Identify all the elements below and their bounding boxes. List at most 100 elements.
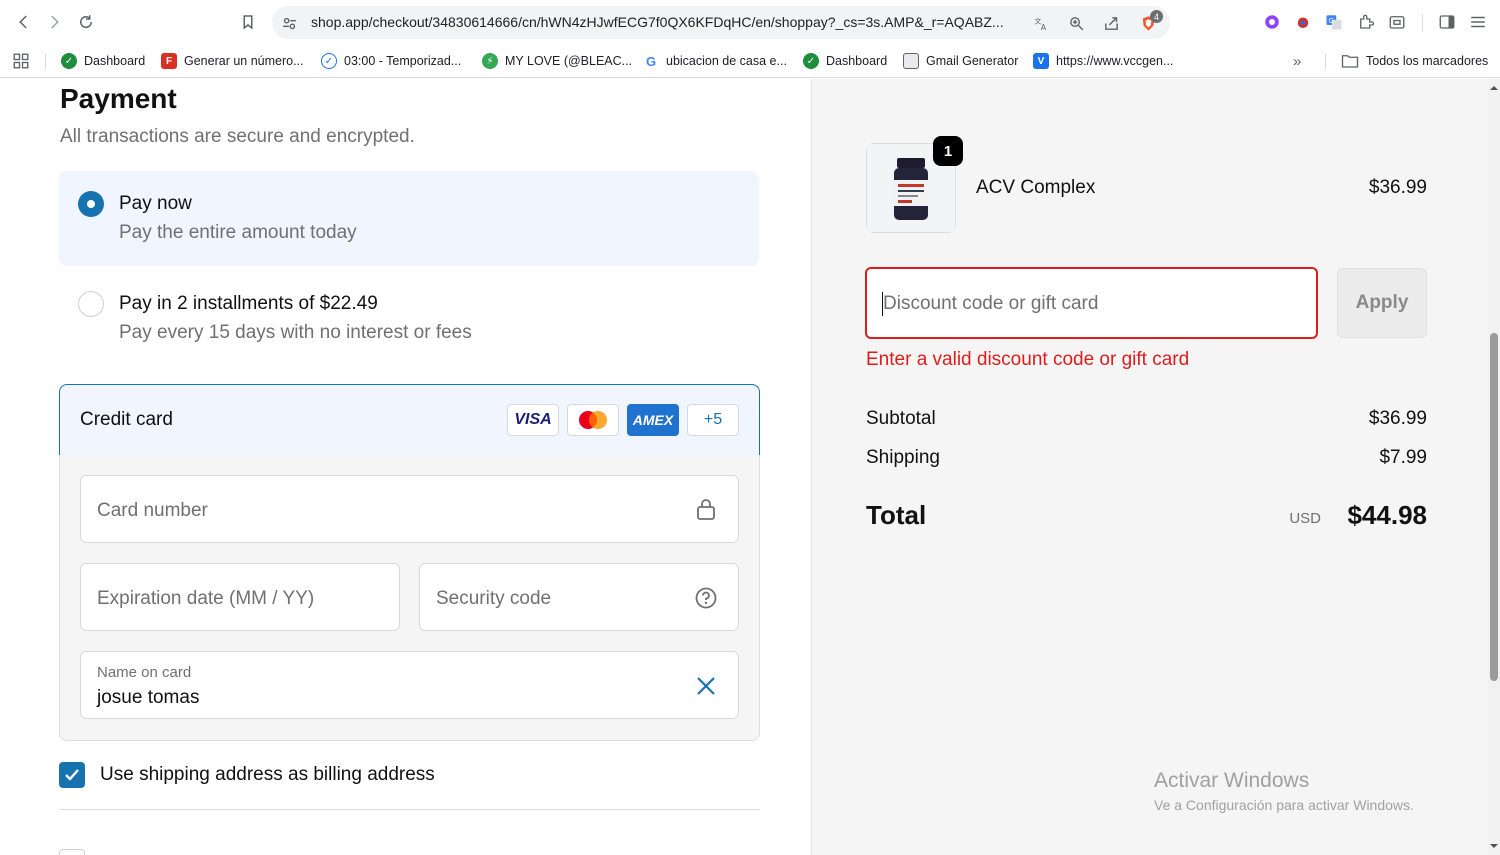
zoom-icon[interactable] xyxy=(1066,13,1086,33)
google-translate-extension-icon[interactable]: G xyxy=(1324,12,1344,32)
quantity-badge: 1 xyxy=(933,136,963,166)
bookmarks-separator xyxy=(45,54,46,70)
wallet-icon[interactable] xyxy=(1387,12,1407,32)
next-checkbox[interactable] xyxy=(59,849,85,855)
shields-count-badge: 4 xyxy=(1150,10,1163,23)
back-button[interactable] xyxy=(10,8,38,36)
shipping-row: Shipping $7.99 xyxy=(866,447,1427,469)
expiration-date-field[interactable]: Expiration date (MM / YY) xyxy=(80,563,400,631)
extension-purple-icon[interactable] xyxy=(1262,12,1282,32)
bookmark-icon xyxy=(243,15,253,30)
billing-checkbox[interactable] xyxy=(59,762,85,788)
pay-now-title: Pay now xyxy=(119,193,192,214)
subtotal-value: $36.99 xyxy=(1368,408,1427,429)
credit-card-panel: Credit card VISA AMEX +5 Card number Exp… xyxy=(59,384,760,741)
f-icon: F xyxy=(161,53,177,69)
bookmark-page-button[interactable] xyxy=(234,8,262,36)
payment-section: Payment All transactions are secure and … xyxy=(0,79,812,855)
bookmark-label: Dashboard xyxy=(84,54,146,68)
section-divider xyxy=(59,809,760,810)
scrollbar-thumb[interactable] xyxy=(1490,333,1498,681)
sidebar-toggle-icon[interactable] xyxy=(1437,12,1457,32)
card-number-placeholder: Card number xyxy=(97,500,208,521)
card-number-field[interactable]: Card number xyxy=(80,475,739,543)
subtotal-label: Subtotal xyxy=(866,408,936,429)
forward-arrow-icon xyxy=(51,15,59,29)
apps-grid-icon[interactable] xyxy=(12,52,30,70)
address-bar[interactable]: shop.app/checkout/34830614666/cn/hWN4zHJ… xyxy=(272,6,1170,39)
bookmark-generar-numero[interactable]: F Generar un número... xyxy=(161,52,304,70)
dashboard-icon: ✓ xyxy=(61,53,77,69)
order-summary: 1 ACV Complex $36.99 Discount code or gi… xyxy=(812,79,1488,855)
shipping-label: Shipping xyxy=(866,447,940,468)
bookmark-ubicacion[interactable]: G ubicacion de casa e... xyxy=(643,52,787,70)
bookmarks-separator-2 xyxy=(1325,54,1326,70)
v-icon: V xyxy=(1033,53,1049,69)
security-code-placeholder: Security code xyxy=(436,588,552,609)
installments-radio[interactable] xyxy=(78,291,104,317)
bookmark-my-love[interactable]: ⚡ MY LOVE (@BLEAC... xyxy=(482,52,632,70)
apply-button[interactable]: Apply xyxy=(1337,268,1427,338)
bookmark-label: https://www.vccgen... xyxy=(1056,54,1174,68)
credit-card-header[interactable]: Credit card VISA AMEX +5 xyxy=(59,384,760,456)
browser-toolbar: shop.app/checkout/34830614666/cn/hWN4zHJ… xyxy=(0,0,1500,44)
bookmark-gmail-generator[interactable]: Gmail Generator xyxy=(903,52,1018,70)
google-icon: G xyxy=(643,53,659,69)
reload-button[interactable] xyxy=(72,8,100,36)
help-circle-icon[interactable] xyxy=(694,586,718,610)
page-scrollbar[interactable] xyxy=(1488,79,1500,855)
expiration-placeholder: Expiration date (MM / YY) xyxy=(97,588,315,609)
name-on-card-label: Name on card xyxy=(97,664,192,681)
subtotal-row: Subtotal $36.99 xyxy=(866,408,1427,430)
reload-icon xyxy=(80,15,93,28)
watermark-title: Activar Windows xyxy=(1154,769,1310,792)
total-row: Total USD $44.98 xyxy=(866,500,1427,536)
extension-bug-icon[interactable] xyxy=(1293,12,1313,32)
installments-title: Pay in 2 installments of $22.49 xyxy=(119,293,378,314)
all-bookmarks-folder[interactable]: Todos los marcadores xyxy=(1341,52,1488,70)
checkout-page: Payment All transactions are secure and … xyxy=(0,79,1500,855)
bookmark-vccgen[interactable]: V https://www.vccgen... xyxy=(1033,52,1173,70)
watermark-subtitle: Ve a Configuración para activar Windows. xyxy=(1154,797,1414,813)
bookmark-temporizador[interactable]: ✓ 03:00 - Temporizad... xyxy=(321,52,461,70)
credit-card-form: Card number Expiration date (MM / YY) Se… xyxy=(59,455,760,741)
url-text[interactable]: shop.app/checkout/34830614666/cn/hWN4zHJ… xyxy=(311,14,1021,30)
extensions-puzzle-icon[interactable] xyxy=(1356,12,1376,32)
discount-error-message: Enter a valid discount code or gift card xyxy=(866,349,1190,370)
billing-address-checkbox-row[interactable]: Use shipping address as billing address xyxy=(59,761,435,789)
security-code-field[interactable]: Security code xyxy=(419,563,739,631)
clear-icon[interactable] xyxy=(694,674,718,698)
billing-label: Use shipping address as billing address xyxy=(100,764,435,785)
site-settings-icon[interactable] xyxy=(279,13,299,33)
installments-option[interactable]: Pay in 2 installments of $22.49 Pay ever… xyxy=(59,271,759,366)
forward-button[interactable] xyxy=(40,8,68,36)
lock-icon xyxy=(694,497,718,521)
gmail-generator-icon xyxy=(903,53,919,69)
translate-icon[interactable]: 文A xyxy=(1031,13,1051,33)
share-icon[interactable] xyxy=(1101,13,1121,33)
bookmarks-bar: ✓ Dashboard F Generar un número... ✓ 03:… xyxy=(0,44,1500,78)
total-value: $44.98 xyxy=(1347,500,1427,530)
checkmark-icon xyxy=(65,769,79,781)
pay-now-option[interactable]: Pay now Pay the entire amount today xyxy=(59,171,759,266)
pay-now-radio[interactable] xyxy=(78,191,104,217)
bookmark-dashboard-2[interactable]: ✓ Dashboard xyxy=(803,52,887,70)
discount-code-input[interactable]: Discount code or gift card xyxy=(865,267,1318,339)
secure-note: All transactions are secure and encrypte… xyxy=(60,126,415,147)
bookmark-dashboard[interactable]: ✓ Dashboard xyxy=(61,52,145,70)
scroll-down-icon[interactable] xyxy=(1490,842,1498,850)
mastercard-icon xyxy=(567,404,619,436)
svg-text:A: A xyxy=(1040,22,1046,31)
menu-icon[interactable] xyxy=(1468,12,1488,32)
scroll-up-icon[interactable] xyxy=(1490,84,1498,92)
more-bookmarks-icon[interactable]: » xyxy=(1293,52,1301,70)
name-on-card-field[interactable]: Name on card josue tomas xyxy=(80,651,739,719)
pay-now-subtitle: Pay the entire amount today xyxy=(119,222,357,243)
bookmark-label: Dashboard xyxy=(826,54,888,68)
dashboard-icon: ✓ xyxy=(803,53,819,69)
discount-placeholder: Discount code or gift card xyxy=(883,293,1099,314)
svg-text:G: G xyxy=(1329,17,1334,25)
more-brands-badge: +5 xyxy=(687,404,739,436)
total-currency: USD xyxy=(1289,510,1321,527)
bookmark-label: ubicacion de casa e... xyxy=(666,54,787,68)
